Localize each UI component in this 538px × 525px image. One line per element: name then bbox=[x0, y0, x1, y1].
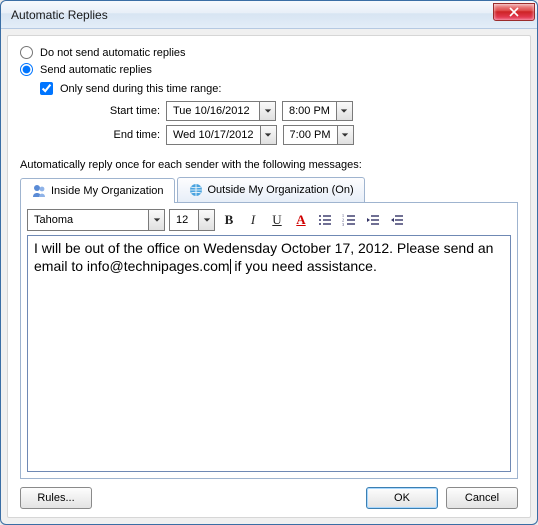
font-size-value: 12 bbox=[170, 214, 198, 226]
dialog-content: Do not send automatic replies Send autom… bbox=[7, 35, 531, 518]
start-time-label: Start time: bbox=[100, 105, 160, 117]
start-date-value: Tue 10/16/2012 bbox=[167, 105, 259, 117]
close-button[interactable] bbox=[493, 3, 535, 21]
tabs: Inside My Organization Outside My Organi… bbox=[20, 177, 518, 203]
tab-inside-label: Inside My Organization bbox=[51, 185, 164, 197]
start-time-row: Start time: Tue 10/16/2012 8:00 PM bbox=[100, 101, 518, 121]
close-icon bbox=[509, 7, 519, 17]
globe-icon bbox=[188, 182, 204, 198]
indent-button[interactable] bbox=[387, 210, 407, 230]
chevron-down-icon[interactable] bbox=[260, 126, 276, 144]
dialog-footer: Rules... OK Cancel bbox=[20, 487, 518, 509]
italic-button[interactable]: I bbox=[243, 210, 263, 230]
tab-inside-org[interactable]: Inside My Organization bbox=[20, 178, 175, 203]
font-size-combo[interactable]: 12 bbox=[169, 209, 215, 231]
format-toolbar: Tahoma 12 B I U A 123 bbox=[27, 209, 511, 231]
message-editor[interactable]: I will be out of the office on Wedensday… bbox=[27, 235, 511, 472]
radio-send-label: Send automatic replies bbox=[40, 64, 152, 76]
chevron-down-icon[interactable] bbox=[337, 126, 353, 144]
radio-dont-send[interactable]: Do not send automatic replies bbox=[20, 46, 518, 59]
font-color-button[interactable]: A bbox=[291, 210, 311, 230]
editor-panel: Tahoma 12 B I U A 123 bbox=[20, 203, 518, 479]
number-list-button[interactable]: 123 bbox=[339, 210, 359, 230]
titlebar: Automatic Replies bbox=[1, 1, 537, 29]
window-title: Automatic Replies bbox=[11, 8, 493, 22]
tab-outside-label: Outside My Organization (On) bbox=[208, 184, 354, 196]
time-range-block: Only send during this time range: Start … bbox=[40, 80, 518, 149]
outdent-button[interactable] bbox=[363, 210, 383, 230]
radio-send[interactable]: Send automatic replies bbox=[20, 63, 518, 76]
radio-send-input[interactable] bbox=[20, 63, 33, 76]
end-time-row: End time: Wed 10/17/2012 7:00 PM bbox=[100, 125, 518, 145]
tab-outside-org[interactable]: Outside My Organization (On) bbox=[177, 177, 365, 202]
time-range-checkbox[interactable] bbox=[40, 82, 53, 95]
end-time-combo[interactable]: 7:00 PM bbox=[283, 125, 354, 145]
section-label: Automatically reply once for each sender… bbox=[20, 159, 518, 171]
end-date-value: Wed 10/17/2012 bbox=[167, 129, 260, 141]
end-date-combo[interactable]: Wed 10/17/2012 bbox=[166, 125, 277, 145]
people-icon bbox=[31, 183, 47, 199]
bullet-list-button[interactable] bbox=[315, 210, 335, 230]
font-name-value: Tahoma bbox=[28, 214, 148, 226]
cancel-button[interactable]: Cancel bbox=[446, 487, 518, 509]
dialog-window: Automatic Replies Do not send automatic … bbox=[0, 0, 538, 525]
editor-text-after: if you need assistance. bbox=[231, 258, 377, 274]
start-time-combo[interactable]: 8:00 PM bbox=[282, 101, 353, 121]
chevron-down-icon[interactable] bbox=[198, 210, 214, 230]
end-time-value: 7:00 PM bbox=[284, 129, 337, 141]
radio-dont-send-input[interactable] bbox=[20, 46, 33, 59]
chevron-down-icon[interactable] bbox=[336, 102, 352, 120]
bold-button[interactable]: B bbox=[219, 210, 239, 230]
time-range-check[interactable]: Only send during this time range: bbox=[40, 82, 518, 95]
svg-text:3: 3 bbox=[342, 222, 344, 227]
rules-button[interactable]: Rules... bbox=[20, 487, 92, 509]
underline-button[interactable]: U bbox=[267, 210, 287, 230]
end-time-label: End time: bbox=[100, 129, 160, 141]
start-time-value: 8:00 PM bbox=[283, 105, 336, 117]
radio-dont-send-label: Do not send automatic replies bbox=[40, 47, 186, 59]
ok-button[interactable]: OK bbox=[366, 487, 438, 509]
font-name-combo[interactable]: Tahoma bbox=[27, 209, 165, 231]
chevron-down-icon[interactable] bbox=[259, 102, 275, 120]
start-date-combo[interactable]: Tue 10/16/2012 bbox=[166, 101, 276, 121]
chevron-down-icon[interactable] bbox=[148, 210, 164, 230]
time-range-check-label: Only send during this time range: bbox=[60, 83, 221, 95]
